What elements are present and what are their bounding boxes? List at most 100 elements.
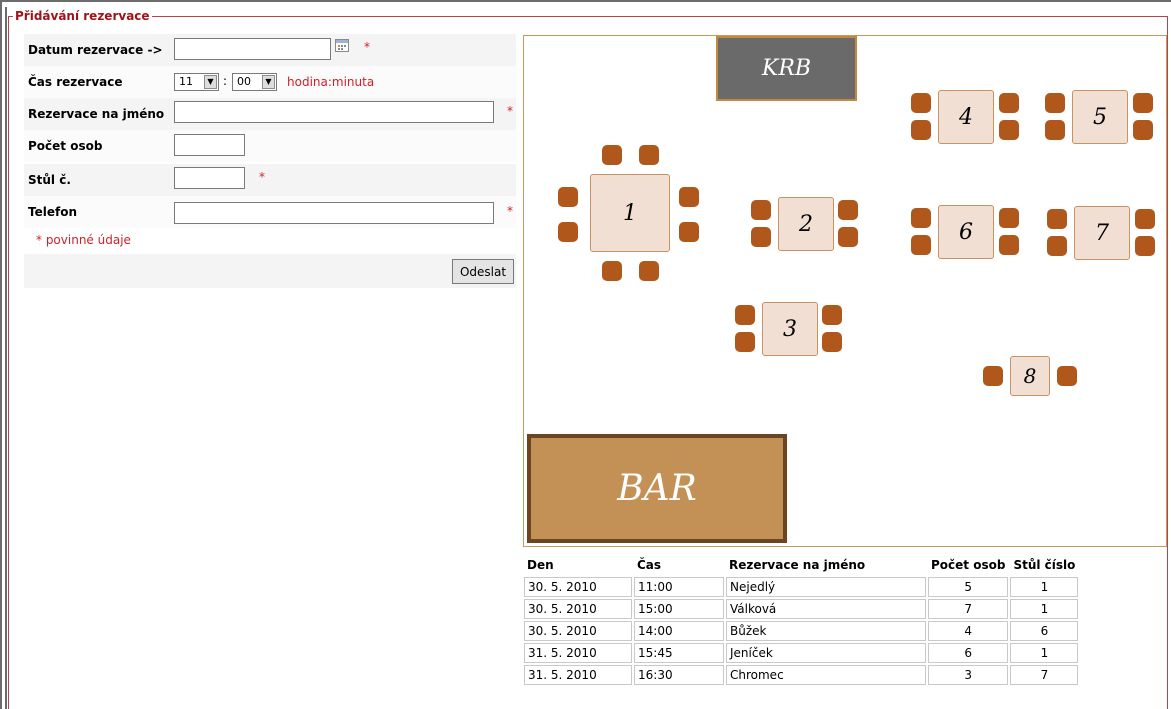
chair: [1045, 120, 1065, 140]
cell-day: 31. 5. 2010: [524, 665, 632, 685]
cell-table: 1: [1010, 599, 1079, 619]
cell-day: 30. 5. 2010: [524, 599, 632, 619]
table-row: 31. 5. 2010 16:30 Chromec 3 7: [524, 665, 1079, 685]
chair: [1057, 366, 1077, 386]
chair: [838, 227, 858, 247]
frame-inner-left-border: [5, 7, 7, 709]
chair: [999, 235, 1019, 255]
table-label: Stůl č.: [28, 173, 71, 187]
chair: [639, 261, 659, 281]
persons-input[interactable]: [174, 134, 245, 156]
table-5[interactable]: 5: [1072, 90, 1128, 144]
cell-day: 30. 5. 2010: [524, 621, 632, 641]
cell-table: 7: [1010, 665, 1079, 685]
time-separator: :: [223, 74, 228, 88]
cell-persons: 6: [928, 643, 1009, 663]
table-header-row: Den Čas Rezervace na jméno Počet osob St…: [524, 555, 1078, 575]
cell-time: 11:00: [634, 577, 724, 597]
persons-label: Počet osob: [28, 139, 103, 153]
table-3[interactable]: 3: [762, 302, 818, 356]
chair: [679, 187, 699, 207]
column-header-day: Den: [527, 558, 554, 572]
cell-name: Bůžek: [726, 621, 926, 641]
submit-button[interactable]: Odeslat: [452, 259, 514, 284]
date-label: Datum rezervace ->: [28, 43, 163, 57]
table-1[interactable]: 1: [590, 174, 670, 252]
chair: [1047, 236, 1067, 256]
table-row: Stůl č. *: [24, 164, 516, 196]
cell-time: 14:00: [634, 621, 724, 641]
chevron-down-icon: ▼: [204, 75, 217, 89]
reservations-table: Den Čas Rezervace na jméno Počet osob St…: [522, 553, 1080, 687]
fireplace: KRB: [716, 36, 857, 101]
cell-persons: 4: [928, 621, 1009, 641]
chair: [1133, 120, 1153, 140]
cell-time: 15:00: [634, 599, 724, 619]
bar-counter: BAR: [527, 434, 787, 543]
cell-name: Jeníček: [726, 643, 926, 663]
chair: [822, 332, 842, 352]
cell-time: 15:45: [634, 643, 724, 663]
cell-table: 1: [1010, 643, 1079, 663]
column-header-time: Čas: [637, 558, 662, 572]
table-row: 30. 5. 2010 14:00 Bůžek 4 6: [524, 621, 1079, 641]
chair: [1133, 93, 1153, 113]
table-4[interactable]: 4: [938, 90, 994, 144]
chair: [999, 93, 1019, 113]
cell-persons: 7: [928, 599, 1009, 619]
time-row: Čas rezervace 11 ▼ : 00 ▼ hodina:minuta: [24, 66, 516, 98]
time-label: Čas rezervace: [28, 75, 123, 89]
chair: [822, 305, 842, 325]
cell-persons: 5: [928, 577, 1009, 597]
phone-input[interactable]: [174, 202, 494, 224]
name-input[interactable]: [174, 101, 494, 123]
chair: [838, 200, 858, 220]
hour-select[interactable]: 11 ▼: [174, 73, 219, 91]
table-row: 30. 5. 2010 15:00 Válková 7 1: [524, 599, 1079, 619]
cell-table: 1: [1010, 577, 1079, 597]
cell-table: 6: [1010, 621, 1079, 641]
chair: [911, 208, 931, 228]
chair: [1135, 236, 1155, 256]
cell-persons: 3: [928, 665, 1009, 685]
chair: [602, 261, 622, 281]
chair: [911, 93, 931, 113]
cell-day: 30. 5. 2010: [524, 577, 632, 597]
chair: [983, 366, 1003, 386]
table-7[interactable]: 7: [1074, 206, 1130, 260]
calendar-icon[interactable]: [335, 39, 349, 52]
column-header-table: Stůl číslo: [1013, 558, 1076, 572]
hour-value: 11: [179, 75, 193, 88]
chair: [735, 305, 755, 325]
cell-day: 31. 5. 2010: [524, 643, 632, 663]
column-header-persons: Počet osob: [931, 558, 1006, 572]
table-6[interactable]: 6: [938, 205, 994, 259]
name-row: Rezervace na jméno *: [24, 98, 516, 130]
chair: [999, 120, 1019, 140]
chair: [999, 208, 1019, 228]
required-marker: *: [364, 40, 370, 54]
table-row: 30. 5. 2010 11:00 Nejedlý 5 1: [524, 577, 1079, 597]
cell-name: Válková: [726, 599, 926, 619]
chair: [639, 145, 659, 165]
floor-plan: KRB BAR 1 2 3 4 5 6 7 8: [523, 35, 1167, 547]
chair: [602, 145, 622, 165]
submit-row: [24, 254, 516, 288]
table-input[interactable]: [174, 167, 245, 189]
date-row: Datum rezervace -> *: [24, 34, 516, 66]
time-format-hint: hodina:minuta: [287, 75, 375, 89]
chair: [558, 222, 578, 242]
date-input[interactable]: [174, 38, 331, 60]
required-note: * povinné údaje: [36, 233, 131, 247]
minute-select[interactable]: 00 ▼: [232, 73, 277, 91]
required-marker: *: [507, 204, 513, 218]
cell-name: Chromec: [726, 665, 926, 685]
table-2[interactable]: 2: [778, 197, 834, 251]
cell-time: 16:30: [634, 665, 724, 685]
chair: [735, 332, 755, 352]
chair: [751, 200, 771, 220]
chair: [1135, 209, 1155, 229]
table-8[interactable]: 8: [1010, 356, 1050, 396]
chair: [911, 120, 931, 140]
chair: [1047, 209, 1067, 229]
